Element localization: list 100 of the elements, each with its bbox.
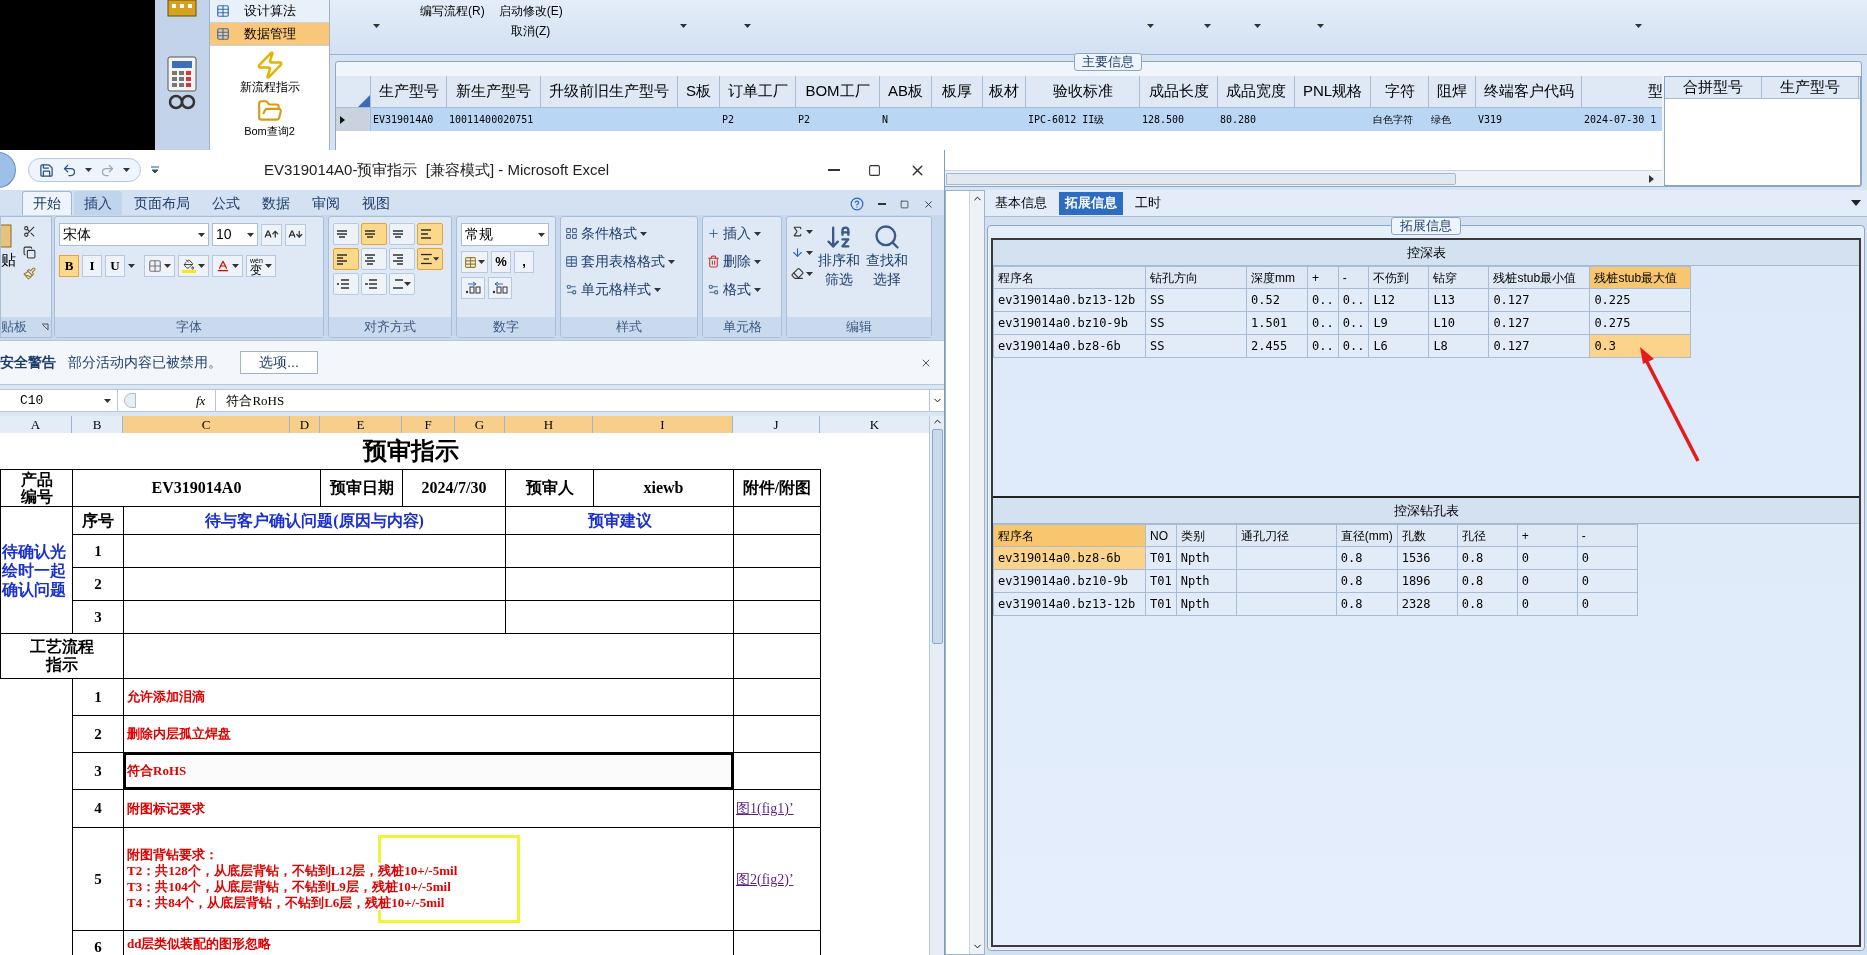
table-cell: ev319014a0.bz13-12b: [993, 288, 1146, 312]
cells-menu-button[interactable]: 删除: [707, 251, 777, 272]
sort-filter-button[interactable]: 排序和筛选: [817, 223, 861, 289]
column-header[interactable]: 升级前旧生产型号: [541, 76, 678, 107]
column-header[interactable]: NO: [1145, 524, 1177, 547]
column-header[interactable]: 字符: [1371, 76, 1429, 107]
nav-item[interactable]: 数据管理: [210, 23, 329, 46]
style-menu-button[interactable]: 套用表格格式: [565, 251, 693, 272]
column-header[interactable]: 通孔刀径: [1236, 524, 1337, 547]
font-name-field[interactable]: 宋体: [59, 223, 209, 246]
tab[interactable]: 基本信息: [989, 191, 1053, 215]
column-header[interactable]: 残桩stub最小值: [1488, 266, 1590, 289]
column-header[interactable]: D: [290, 416, 320, 433]
toolbar-command[interactable]: 启动修改(E): [498, 2, 563, 20]
column-header[interactable]: +: [1517, 524, 1578, 547]
font-style-button[interactable]: I: [82, 255, 102, 277]
table-cell: 产品编号: [0, 469, 73, 507]
column-header[interactable]: 板材: [983, 76, 1026, 107]
number-symbol-button[interactable]: %: [491, 251, 511, 273]
ribbon-tab[interactable]: 插入: [74, 191, 122, 215]
ribbon-tab[interactable]: 公式: [202, 191, 250, 215]
column-header[interactable]: A: [0, 416, 72, 433]
column-header[interactable]: 生产型号: [1762, 77, 1859, 98]
column-header[interactable]: AB板: [880, 76, 932, 107]
table-cell: 6: [72, 930, 124, 955]
grid-cell-text: 2024-07-30 1: [1583, 113, 1658, 127]
ribbon-tab[interactable]: 审阅: [302, 191, 350, 215]
column-header[interactable]: F: [402, 416, 455, 433]
font-size-field[interactable]: 10: [212, 223, 258, 246]
column-header[interactable]: K: [820, 416, 929, 433]
column-header[interactable]: 孔数: [1397, 524, 1458, 547]
font-style-button[interactable]: B: [59, 255, 79, 277]
table-title: 控深钻孔表: [1393, 501, 1459, 520]
font-style-button[interactable]: U: [105, 255, 125, 277]
options-button[interactable]: 选项...: [240, 351, 318, 374]
number-symbol-button[interactable]: ,: [514, 251, 534, 273]
paste-button[interactable]: 贴: [1, 249, 23, 272]
column-header[interactable]: B: [72, 416, 123, 433]
column-header[interactable]: -: [1577, 524, 1638, 547]
cells-menu-button[interactable]: 插入: [707, 223, 777, 244]
column-header[interactable]: 订单工厂: [720, 76, 796, 107]
column-header[interactable]: C: [123, 416, 290, 433]
column-header[interactable]: BOM工厂: [796, 76, 880, 107]
tab[interactable]: 拓展信息: [1059, 191, 1123, 215]
number-format-field[interactable]: 常规: [461, 223, 549, 246]
toolbar-command[interactable]: 编写流程(R): [420, 2, 485, 20]
column-header[interactable]: 阻焊: [1429, 76, 1476, 107]
column-header[interactable]: J: [733, 416, 820, 433]
column-header[interactable]: 类别: [1176, 524, 1237, 547]
column-header[interactable]: 新生产型号: [447, 76, 541, 107]
column-header[interactable]: 孔径: [1457, 524, 1518, 547]
column-header[interactable]: 生产型号: [371, 76, 447, 107]
group-label: 编辑: [846, 318, 872, 337]
group-label: 贴板: [1, 318, 27, 337]
sheet-title: 预审指示: [0, 433, 821, 470]
tab[interactable]: 工时: [1129, 191, 1167, 215]
table-cell: 预审人: [505, 469, 594, 507]
column-header[interactable]: 残桩stub最大值: [1589, 266, 1691, 289]
link[interactable]: 图2(fig2)’: [736, 871, 794, 887]
ribbon-tab[interactable]: 页面布局: [124, 191, 200, 215]
column-header[interactable]: 深度mm: [1246, 266, 1308, 289]
ribbon-tab[interactable]: 视图: [352, 191, 400, 215]
cells-menu-button[interactable]: 格式: [707, 279, 777, 300]
formula-field[interactable]: 符合RoHS: [215, 390, 929, 411]
column-header[interactable]: 程序名: [993, 266, 1146, 289]
column-header[interactable]: G: [455, 416, 505, 433]
column-header[interactable]: H: [505, 416, 593, 433]
column-header[interactable]: 终端客户代码: [1476, 76, 1582, 107]
column-header[interactable]: I: [593, 416, 733, 433]
column-header[interactable]: +: [1307, 266, 1339, 289]
find-select-button[interactable]: 查找和选择: [865, 223, 909, 289]
table-cell: xiewb: [593, 469, 734, 507]
toolbar-command[interactable]: 取消(Z): [511, 22, 551, 40]
table-cell: 待确认光绘时一起确认问题: [0, 506, 73, 634]
nav-item[interactable]: 设计算法: [210, 0, 329, 23]
column-header[interactable]: -: [1338, 266, 1369, 289]
shortcut-button[interactable]: Bom查询2: [210, 98, 329, 138]
column-header[interactable]: 成品长度: [1140, 76, 1218, 107]
grid-row[interactable]: EV319014A0 10011400020751 P2 P2 N IPC-6012 II级 128.500 80.280 白色字符 绿色 V319 2024-07-30 1: [336, 108, 1662, 131]
column-header[interactable]: 直径(mm): [1336, 524, 1398, 547]
shortcut-button[interactable]: 新流程指示: [210, 50, 329, 94]
ribbon-tab[interactable]: 数据: [252, 191, 300, 215]
column-header[interactable]: 合拼型号: [1665, 77, 1762, 98]
column-header[interactable]: 钻穿: [1428, 266, 1489, 289]
column-header[interactable]: 验收标准: [1026, 76, 1140, 107]
column-header[interactable]: E: [320, 416, 402, 433]
column-header[interactable]: PNL规格: [1295, 76, 1371, 107]
name-box[interactable]: C10: [0, 390, 118, 411]
column-header[interactable]: 成品宽度: [1218, 76, 1295, 107]
table-cell: EV319014A0: [72, 469, 321, 507]
column-header[interactable]: S板: [678, 76, 720, 107]
table-cell: 待与客户确认问题(原因与内容): [123, 506, 506, 535]
style-menu-button[interactable]: 单元格样式: [565, 279, 693, 300]
column-header[interactable]: 钻孔方向: [1145, 266, 1247, 289]
column-header[interactable]: 不伤到: [1368, 266, 1429, 289]
column-header[interactable]: 程序名: [993, 524, 1146, 547]
grid-cell-text: 白色字符: [1372, 113, 1414, 127]
column-header[interactable]: 板厚: [932, 76, 983, 107]
style-menu-button[interactable]: 条件格式: [565, 223, 693, 244]
ribbon-tab[interactable]: 开始: [22, 191, 72, 215]
